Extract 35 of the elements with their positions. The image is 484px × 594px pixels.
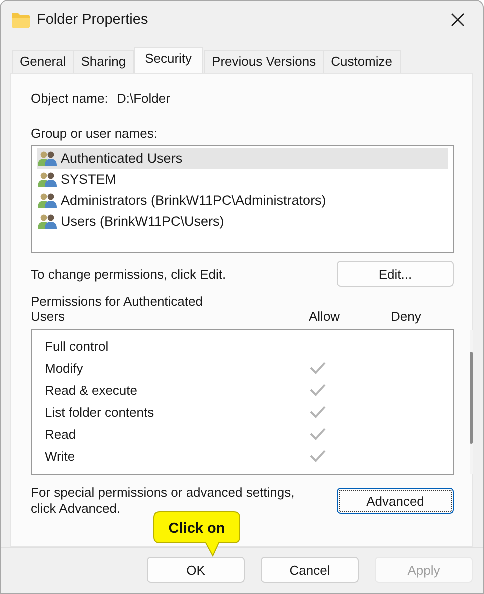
user-group-item[interactable]: Users (BrinkW11PC\Users)	[37, 211, 448, 232]
object-name-label: Object name:	[31, 91, 110, 106]
allow-heading: Allow	[309, 309, 342, 324]
user-group-item[interactable]: Administrators (BrinkW11PC\Administrators)	[37, 190, 448, 211]
group-list-label: Group or user names:	[31, 126, 158, 141]
users-icon	[38, 172, 58, 188]
permissions-label: Permissions for Authenticated Users	[31, 294, 204, 324]
permission-name: Full control	[45, 338, 110, 354]
permission-name: Read	[45, 426, 78, 442]
tab[interactable]: Customize	[323, 50, 401, 73]
edit-button[interactable]: Edit...	[337, 261, 454, 287]
scrollbar[interactable]	[470, 330, 473, 474]
object-name-value: D:\Folder	[117, 91, 170, 106]
tab[interactable]: Previous Versions	[204, 50, 324, 73]
permission-name: Read & execute	[45, 382, 139, 398]
dialog-button[interactable]: OK	[147, 557, 245, 583]
dialog-button[interactable]: Cancel	[261, 557, 359, 583]
users-icon	[38, 192, 58, 208]
advanced-button[interactable]: Advanced	[337, 488, 454, 514]
users-icon	[38, 214, 58, 230]
edit-hint: To change permissions, click Edit.	[31, 266, 226, 282]
tab[interactable]: Sharing	[73, 50, 134, 73]
permission-name: Write	[45, 448, 76, 464]
close-icon[interactable]	[451, 13, 465, 27]
permission-name: List folder contents	[45, 404, 156, 420]
window-title: Folder Properties	[37, 12, 150, 28]
permission-name: Modify	[45, 360, 84, 376]
user-group-item[interactable]: SYSTEM	[37, 169, 448, 190]
users-icon	[38, 150, 58, 166]
tab[interactable]: Security	[134, 47, 204, 73]
deny-heading: Deny	[391, 309, 422, 324]
user-group-item[interactable]: Authenticated Users	[37, 148, 448, 169]
tab[interactable]: General	[12, 50, 74, 73]
callout: Click on	[153, 511, 241, 557]
folder-icon	[12, 12, 30, 28]
